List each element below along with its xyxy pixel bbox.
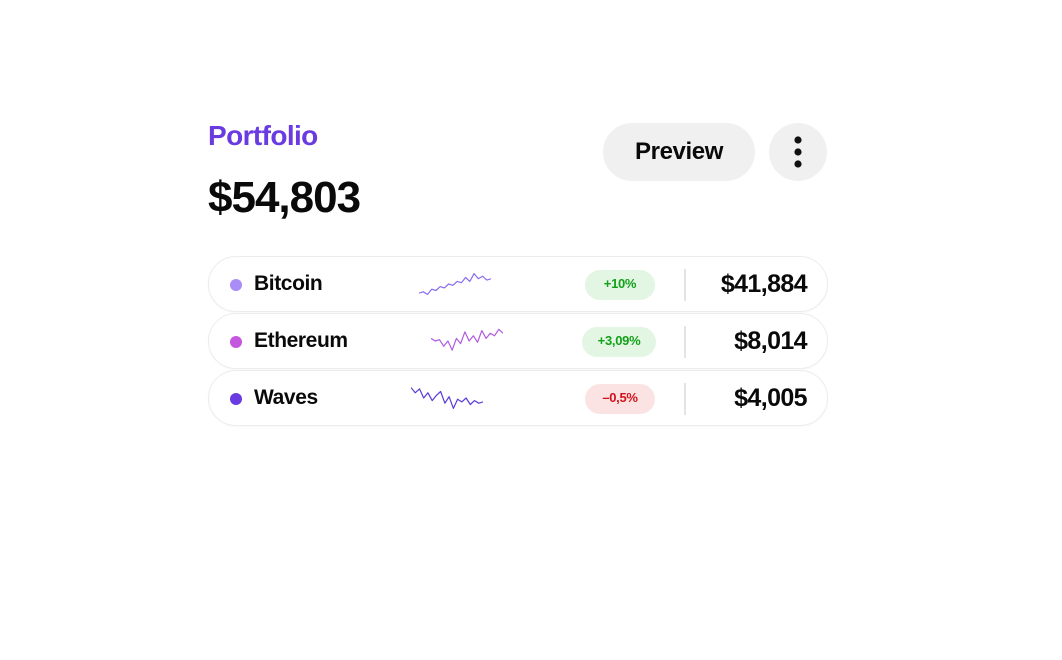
preview-button[interactable]: Preview [603,123,755,181]
portfolio-total-value: $54,803 [208,173,361,222]
row-divider [684,269,686,301]
asset-color-dot [230,393,242,405]
asset-row-ethereum[interactable]: Ethereum +3,09% $8,014 [208,313,828,369]
asset-name: Ethereum [254,329,348,352]
asset-name: Bitcoin [254,272,323,295]
asset-value: $41,884 [720,270,808,298]
row-divider [684,326,686,358]
asset-color-dot [230,336,242,348]
sparkline-chart [431,328,503,351]
asset-value: $8,014 [734,327,807,355]
asset-list: Bitcoin +10% $41,884 Ethereum +3,09% $8,… [208,256,828,427]
row-divider [684,383,686,415]
more-options-button[interactable] [769,123,827,181]
change-badge: +10% [585,270,655,300]
asset-value: $4,005 [734,384,807,412]
asset-name: Waves [254,386,318,409]
asset-color-dot [230,279,242,291]
asset-row-waves[interactable]: Waves –0,5% $4,005 [208,370,828,426]
sparkline-chart [419,272,491,295]
change-badge: –0,5% [585,384,655,414]
more-vertical-icon [794,136,802,168]
sparkline-chart [411,387,483,409]
asset-row-bitcoin[interactable]: Bitcoin +10% $41,884 [208,256,828,312]
change-badge: +3,09% [582,327,656,357]
portfolio-title: Portfolio [208,120,318,151]
